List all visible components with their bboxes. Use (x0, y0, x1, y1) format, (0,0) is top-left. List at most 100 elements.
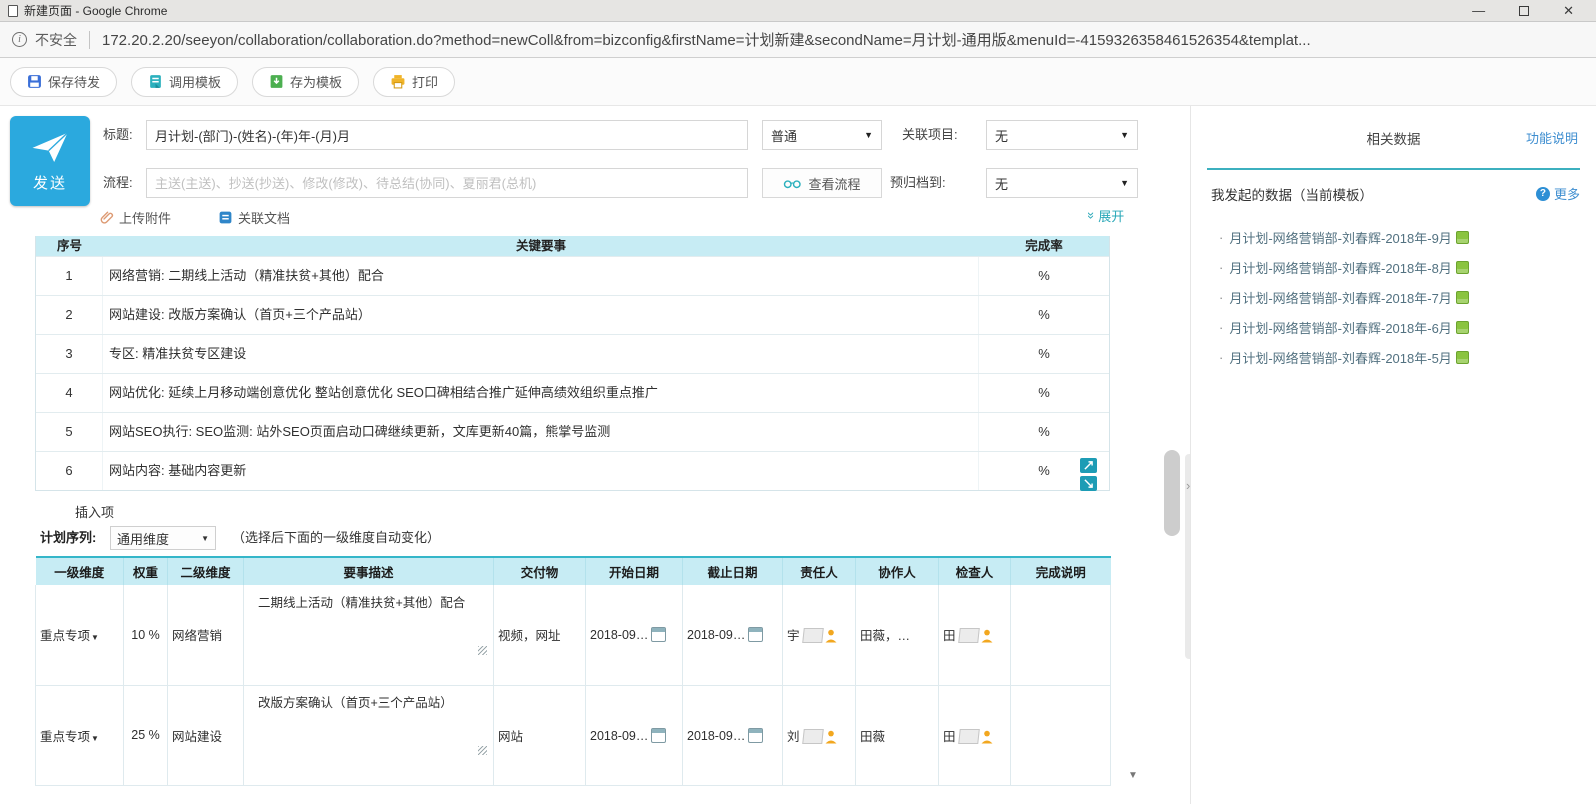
plan-row: 重点专项▼ 10 % 网络营销 二期线上活动（精准扶贫+其他）配合 视频，网址 … (36, 585, 1111, 685)
window-controls: — ✕ (1472, 1, 1588, 21)
desc-textarea[interactable]: 二期线上活动（精准扶贫+其他）配合 (248, 593, 489, 655)
related-data-sidebar: 相关数据 功能说明 我发起的数据（当前模板） ? 更多 ·月计划-网络营销部-刘… (1190, 106, 1596, 804)
start-date-value[interactable]: 2018-09… (590, 729, 648, 743)
print-button[interactable]: 打印 (373, 67, 455, 97)
collab-cell[interactable]: 田薇，… (856, 585, 939, 685)
security-label[interactable]: 不安全 (35, 30, 77, 50)
row-rate[interactable]: % (979, 296, 1109, 334)
more-label: 更多 (1554, 184, 1580, 203)
dim1-select[interactable]: 重点专项▼ (36, 585, 124, 685)
weight-cell[interactable]: 10 % (124, 585, 168, 685)
collab-cell[interactable]: 田薇 (856, 685, 939, 785)
row-rate[interactable]: % (979, 257, 1109, 295)
address-bar[interactable]: i 不安全 172.20.2.20/seeyon/collaboration/c… (0, 22, 1596, 58)
note-cell[interactable] (1011, 685, 1111, 785)
use-template-button[interactable]: 调用模板 (131, 67, 238, 97)
list-item[interactable]: ·月计划-网络营销部-刘春辉-2018年-5月 (1219, 342, 1586, 372)
flow-input[interactable] (146, 168, 748, 198)
row-no: 5 (36, 413, 103, 451)
resize-handle-icon[interactable] (478, 746, 487, 755)
save-as-template-button[interactable]: 存为模板 (252, 67, 359, 97)
owner-input[interactable] (802, 628, 824, 643)
upload-attachment-button[interactable]: 上传附件 (100, 208, 171, 227)
title-input[interactable] (146, 120, 748, 150)
close-button[interactable]: ✕ (1563, 1, 1574, 21)
owner-value[interactable]: 宇 (787, 629, 800, 643)
key-table-header: 序号 关键要事 完成率 (36, 236, 1109, 256)
end-date-value[interactable]: 2018-09… (687, 729, 745, 743)
plan-sequence-select[interactable]: 通用维度 ▼ (110, 526, 216, 550)
col-weight: 权重 (124, 557, 168, 585)
priority-select[interactable]: 普通 ▼ (762, 120, 882, 150)
checker-value[interactable]: 田 (943, 629, 956, 643)
calendar-icon[interactable] (651, 728, 666, 743)
more-link[interactable]: ? 更多 (1536, 184, 1580, 203)
person-icon[interactable] (981, 629, 993, 643)
person-icon[interactable] (825, 629, 837, 643)
list-item[interactable]: ·月计划-网络营销部-刘春辉-2018年-7月 (1219, 282, 1586, 312)
url-separator (89, 31, 90, 49)
deliverable-cell[interactable]: 视频，网址 (494, 585, 586, 685)
green-doc-icon (1456, 231, 1469, 244)
checker-value[interactable]: 田 (943, 730, 956, 744)
row-content[interactable]: 网站建设: 改版方案确认（首页+三个产品站） (103, 296, 979, 334)
row-no: 3 (36, 335, 103, 373)
vertical-scrollbar-thumb[interactable] (1164, 450, 1180, 536)
expand-toggle[interactable]: » 展开 (1088, 206, 1124, 225)
chevron-down-icon: ▼ (1120, 178, 1129, 188)
calendar-icon[interactable] (748, 728, 763, 743)
info-icon[interactable]: i (12, 32, 27, 47)
dim2-cell[interactable]: 网站建设 (168, 685, 244, 785)
row-rate[interactable]: % (979, 413, 1109, 451)
owner-input[interactable] (802, 729, 824, 744)
prearchive-select[interactable]: 无 ▼ (986, 168, 1138, 198)
view-flow-button[interactable]: 查看流程 (762, 168, 882, 198)
row-content[interactable]: 网站SEO执行: SEO监测: 站外SEO页面启动口碑继续更新，文库更新40篇，… (103, 413, 979, 451)
list-item[interactable]: ·月计划-网络营销部-刘春辉-2018年-6月 (1219, 312, 1586, 342)
bullet-icon: · (1219, 290, 1223, 305)
person-icon[interactable] (825, 730, 837, 744)
checker-input[interactable] (958, 729, 980, 744)
url-text[interactable]: 172.20.2.20/seeyon/collaboration/collabo… (102, 29, 1311, 50)
list-item[interactable]: ·月计划-网络营销部-刘春辉-2018年-8月 (1219, 252, 1586, 282)
print-icon (390, 74, 406, 89)
save-pending-button[interactable]: 保存待发 (10, 67, 117, 97)
scroll-down-arrow[interactable]: ▼ (1128, 770, 1138, 781)
note-cell[interactable] (1011, 585, 1111, 685)
owner-value[interactable]: 刘 (787, 730, 800, 744)
dim2-cell[interactable]: 网络营销 (168, 585, 244, 685)
collapse-fullscreen-icon[interactable] (1080, 476, 1097, 491)
deliverable-cell[interactable]: 网站 (494, 685, 586, 785)
plan-sequence-value: 通用维度 (117, 529, 169, 548)
dim1-value: 重点专项 (40, 629, 90, 643)
insert-item-link[interactable]: 插入项 (75, 502, 114, 521)
help-link[interactable]: 功能说明 (1526, 128, 1578, 147)
row-content[interactable]: 网站优化: 延续上月移动端创意优化 整站创意优化 SEO口碑相结合推广延伸高绩效… (103, 374, 979, 412)
dim1-select[interactable]: 重点专项▼ (36, 685, 124, 785)
calendar-icon[interactable] (651, 627, 666, 642)
row-content[interactable]: 网站内容: 基础内容更新 (103, 452, 979, 490)
save-icon (27, 74, 42, 89)
person-icon[interactable] (981, 730, 993, 744)
related-doc-button[interactable]: 关联文档 (218, 208, 290, 227)
resize-handle-icon[interactable] (478, 646, 487, 655)
send-button[interactable]: 发送 (10, 116, 90, 206)
expand-fullscreen-icon[interactable] (1080, 458, 1097, 473)
list-item[interactable]: ·月计划-网络营销部-刘春辉-2018年-9月 (1219, 222, 1586, 252)
desc-textarea[interactable]: 改版方案确认（首页+三个产品站） (248, 693, 489, 755)
weight-cell[interactable]: 25 % (124, 685, 168, 785)
minimize-button[interactable]: — (1472, 1, 1485, 21)
send-label: 发送 (33, 172, 67, 193)
calendar-icon[interactable] (748, 627, 763, 642)
row-content[interactable]: 网络营销: 二期线上活动（精准扶贫+其他）配合 (103, 257, 979, 295)
start-date-value[interactable]: 2018-09… (590, 628, 648, 642)
checker-input[interactable] (958, 628, 980, 643)
row-rate[interactable]: % (979, 374, 1109, 412)
row-rate[interactable]: % (979, 335, 1109, 373)
maximize-button[interactable] (1519, 6, 1529, 16)
row-content[interactable]: 专区: 精准扶贫专区建设 (103, 335, 979, 373)
col-header-keyitem: 关键要事 (103, 236, 979, 256)
related-project-select[interactable]: 无 ▼ (986, 120, 1138, 150)
priority-value: 普通 (771, 126, 797, 145)
end-date-value[interactable]: 2018-09… (687, 628, 745, 642)
